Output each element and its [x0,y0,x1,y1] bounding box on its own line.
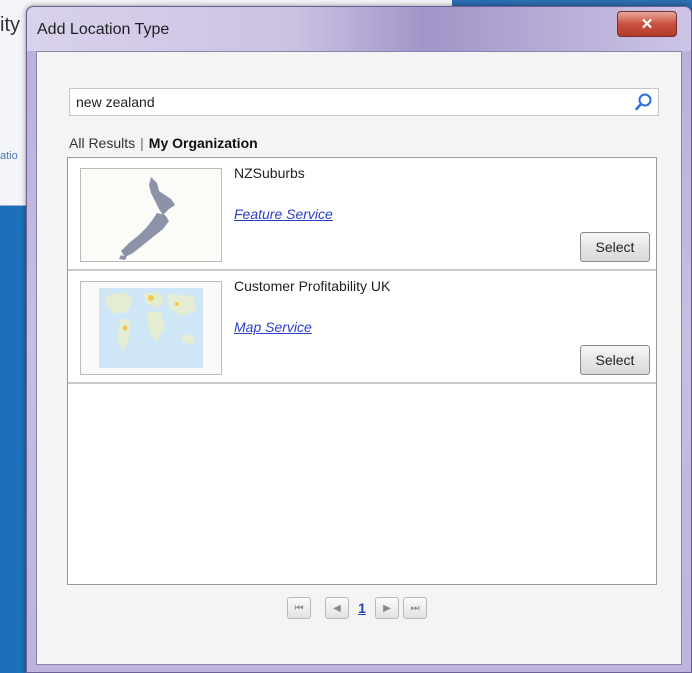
result-type-link[interactable]: Feature Service [234,206,333,222]
filter-my-organization[interactable]: My Organization [149,135,258,151]
first-page-button[interactable]: ⏮ [287,597,311,619]
select-button[interactable]: Select [580,345,650,375]
chevron-left-icon: ◀ [333,602,341,614]
search-icon[interactable] [634,92,654,112]
thumbnail-new-zealand [80,168,222,262]
list-item: NZSuburbs Feature Service Select [68,158,656,271]
background-title-fragment: ity [0,14,20,36]
pagination: ⏮ ◀ 1 ▶ ⏭ [287,596,427,620]
result-title: NZSuburbs [234,165,305,181]
search-box [69,88,659,116]
chevron-right-icon: ▶ [383,602,391,614]
thumbnail-world-map [80,281,222,375]
page-number-link[interactable]: 1 [353,600,371,616]
world-map-icon [81,282,221,374]
last-page-button[interactable]: ⏭ [403,597,427,619]
add-location-type-dialog: Add Location Type ✕ All Results | My Organ… [26,6,692,673]
next-page-button[interactable]: ▶ [375,597,399,619]
background-link-fragment: atio [0,150,18,162]
results-list: NZSuburbs Feature Service Select Custome… [67,157,657,585]
result-type-link[interactable]: Map Service [234,319,312,335]
filter-separator: | [140,135,144,151]
new-zealand-map-icon [81,169,221,261]
previous-page-button[interactable]: ◀ [325,597,349,619]
close-icon: ✕ [640,16,654,33]
close-button[interactable]: ✕ [617,11,677,37]
list-item: Customer Profitability UK Map Service Se… [68,271,656,384]
last-page-icon: ⏭ [410,602,420,614]
filter-all-results[interactable]: All Results [69,135,135,151]
dialog-titlebar[interactable]: Add Location Type ✕ [27,7,691,51]
dialog-title: Add Location Type [37,21,170,38]
select-button[interactable]: Select [580,232,650,262]
first-page-icon: ⏮ [294,602,304,614]
filter-row: All Results | My Organization [69,135,258,151]
result-title: Customer Profitability UK [234,278,391,294]
search-input[interactable] [76,93,616,111]
dialog-content: All Results | My Organization NZSuburbs Fe… [36,51,682,665]
